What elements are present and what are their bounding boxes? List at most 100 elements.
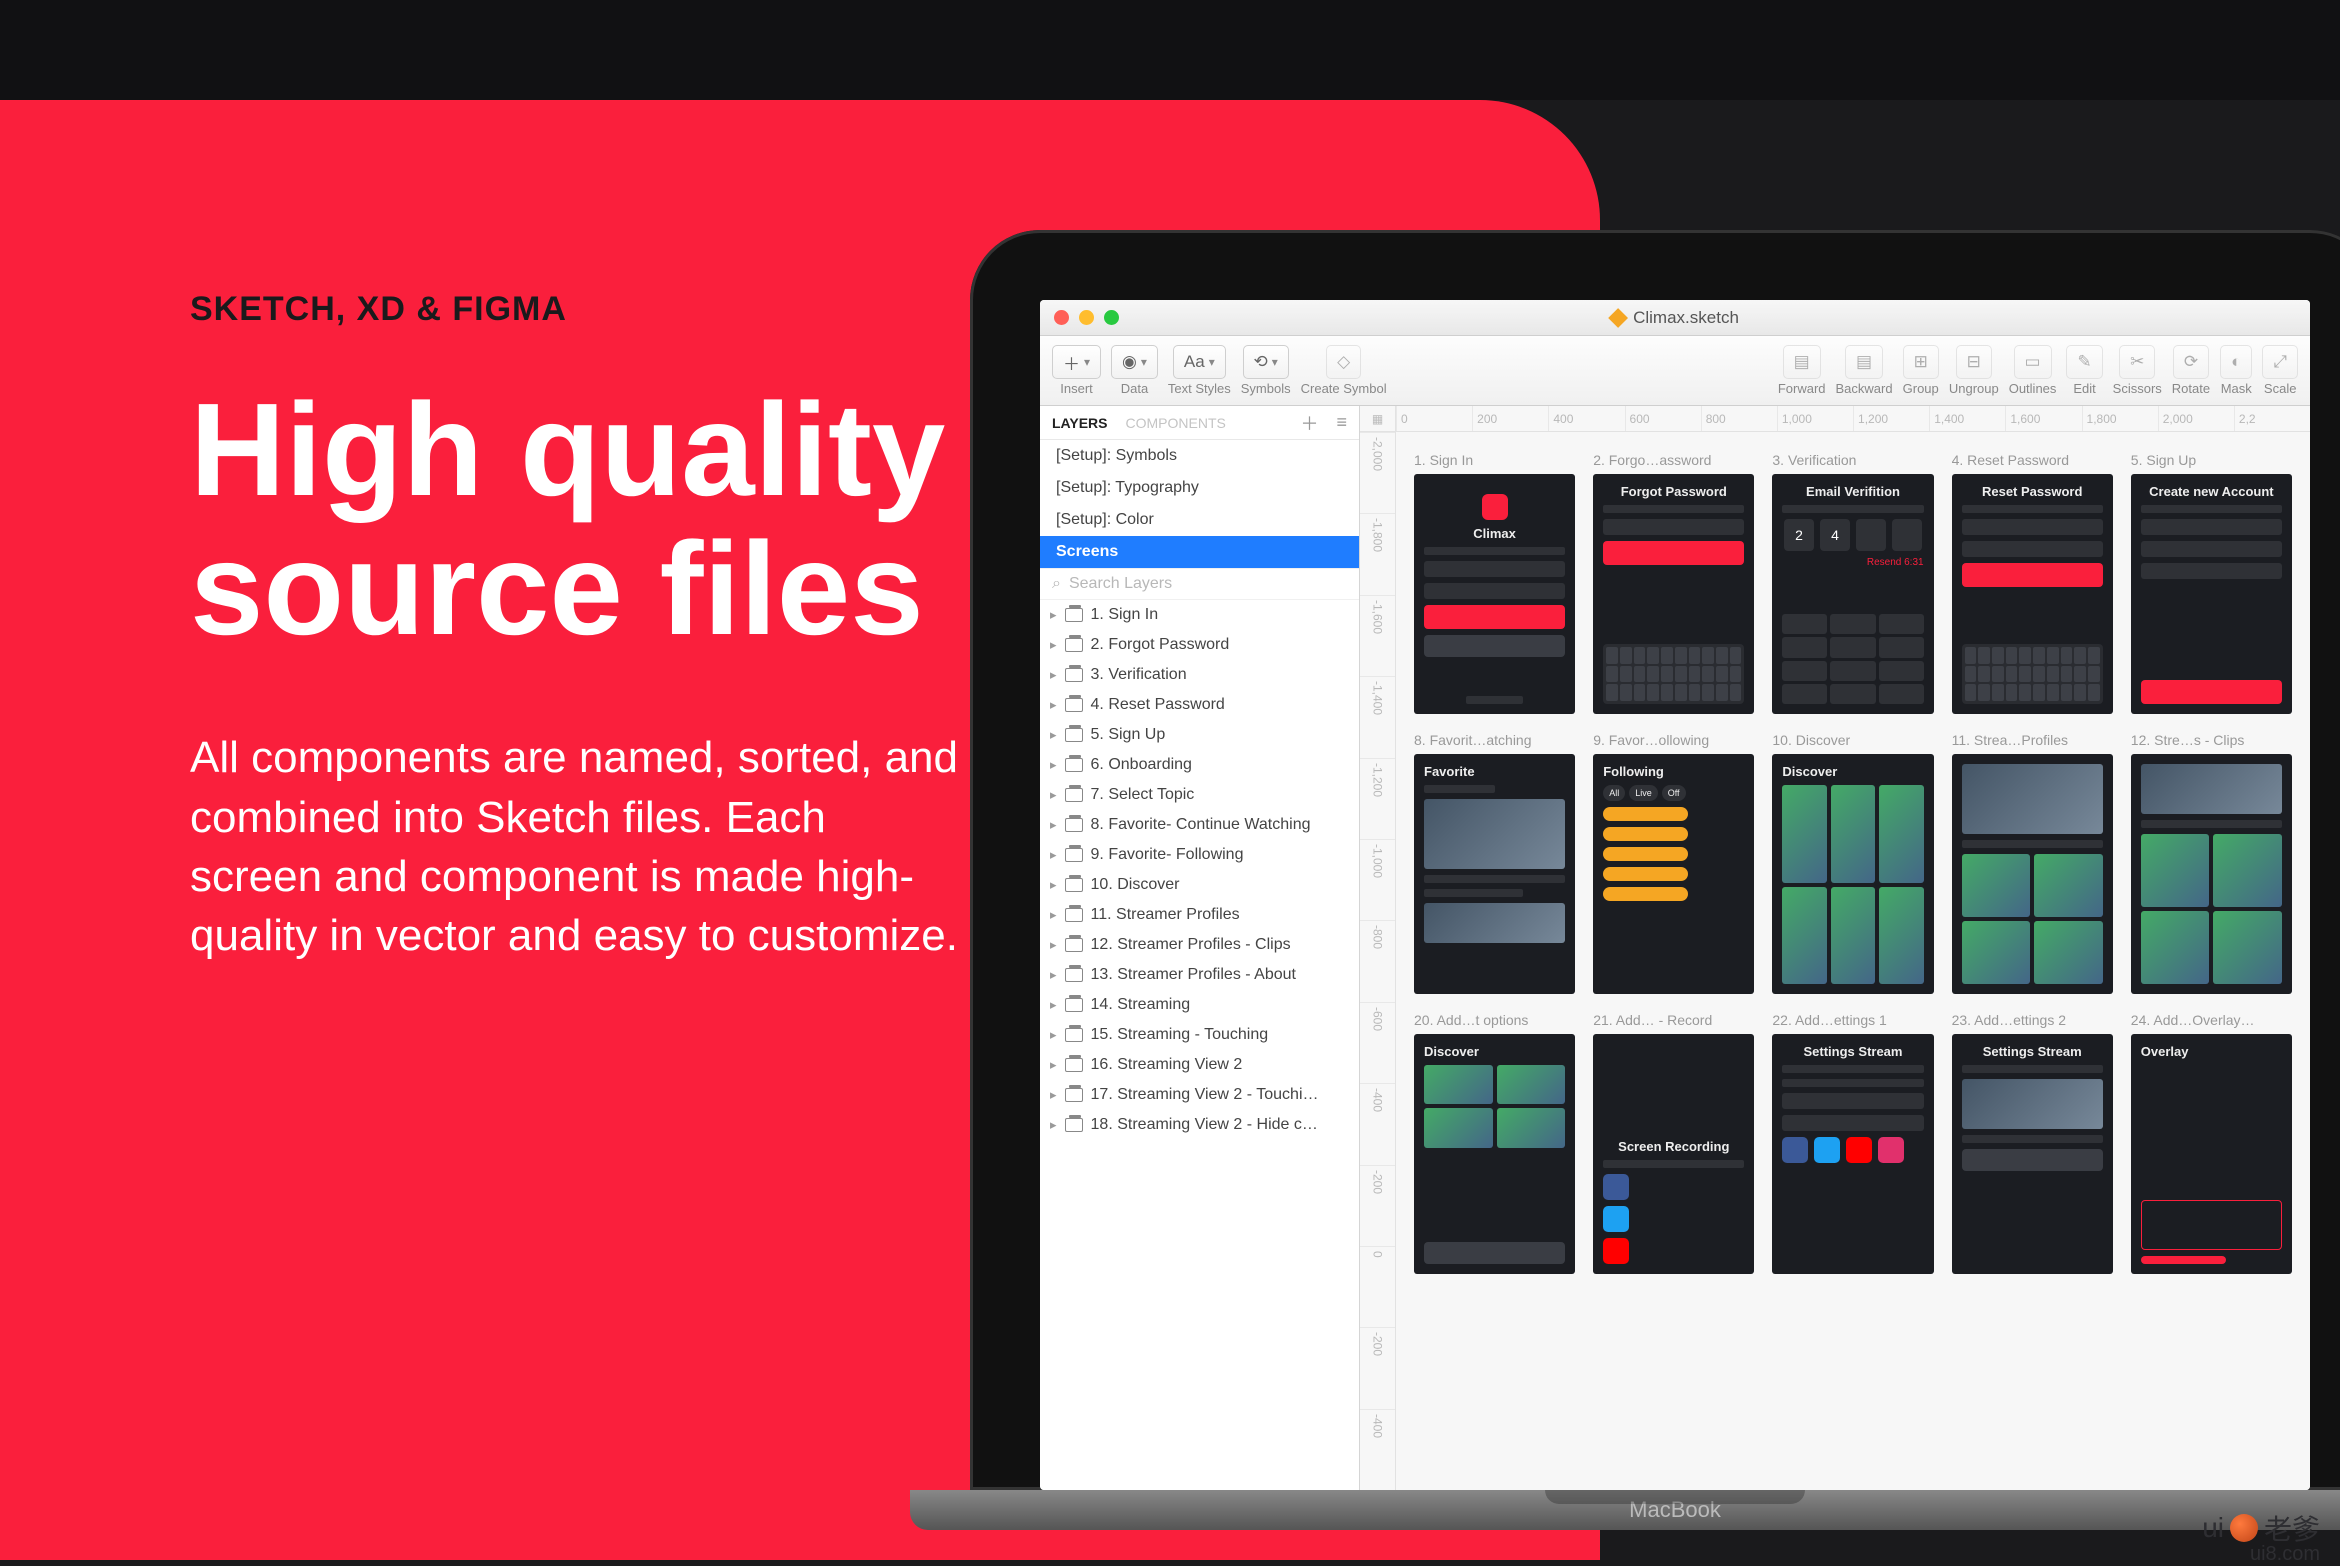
artboard-cell[interactable]: 23. Add…ettings 2 Settings Stream	[1952, 1012, 2113, 1274]
artboard-title: 10. Discover	[1772, 732, 1933, 748]
minimize-icon[interactable]	[1079, 310, 1094, 325]
close-icon[interactable]	[1054, 310, 1069, 325]
tb-scissors[interactable]: ✂Scissors	[2113, 345, 2162, 396]
page-screens[interactable]: Screens	[1040, 536, 1359, 568]
macbook-brand: MacBook	[1629, 1497, 1721, 1523]
artboard-preview[interactable]: Settings Stream	[1772, 1034, 1933, 1274]
artboard-cell[interactable]: 24. Add…Overlay…Overlay	[2131, 1012, 2292, 1274]
page-setup-color[interactable]: [Setup]: Color	[1040, 504, 1359, 536]
sidebar-tabs: LAYERS COMPONENTS ＋ ≡	[1040, 406, 1359, 440]
artboard-cell[interactable]: 9. Favor…ollowingFollowingAllLiveOff	[1593, 732, 1754, 994]
main-area: LAYERS COMPONENTS ＋ ≡ [Setup]: Symbols […	[1040, 406, 2310, 1490]
layer-row[interactable]: ▸3. Verification	[1040, 660, 1359, 690]
artboard-title: 5. Sign Up	[2131, 452, 2292, 468]
artboard-cell[interactable]: 2. Forgo…asswordForgot Password	[1593, 452, 1754, 714]
artboard-preview[interactable]: Climax	[1414, 474, 1575, 714]
tb-text-styles[interactable]: Aa ▾Text Styles	[1168, 345, 1231, 396]
artboard-title: 23. Add…ettings 2	[1952, 1012, 2113, 1028]
artboard-preview[interactable]: Email Verifition24Resend 6:31	[1772, 474, 1933, 714]
artboard-icon	[1065, 758, 1083, 772]
tb-group-btn[interactable]: ⊞Group	[1903, 345, 1939, 396]
layer-row[interactable]: ▸2. Forgot Password	[1040, 630, 1359, 660]
tb-outlines[interactable]: ▭Outlines	[2009, 345, 2057, 396]
artboard-preview[interactable]: Discover	[1772, 754, 1933, 994]
layer-row[interactable]: ▸8. Favorite- Continue Watching	[1040, 810, 1359, 840]
layer-row[interactable]: ▸11. Streamer Profiles	[1040, 900, 1359, 930]
tb-rotate[interactable]: ⟳Rotate	[2172, 345, 2210, 396]
tb-forward[interactable]: ▤Forward	[1778, 345, 1826, 396]
tb-insert[interactable]: ＋ ▾Insert	[1052, 345, 1101, 396]
layer-row[interactable]: ▸14. Streaming	[1040, 990, 1359, 1020]
artboard-icon	[1065, 608, 1083, 622]
artboard-cell[interactable]: 8. Favorit…atchingFavorite	[1414, 732, 1575, 994]
artboard-preview[interactable]: Discover	[1414, 1034, 1575, 1274]
layer-row[interactable]: ▸4. Reset Password	[1040, 690, 1359, 720]
ruler-tick: -200	[1360, 1165, 1395, 1246]
artboard-cell[interactable]: 21. Add… - RecordScreen Recording	[1593, 1012, 1754, 1274]
layer-row[interactable]: ▸5. Sign Up	[1040, 720, 1359, 750]
artboard-cell[interactable]: 20. Add…t optionsDiscover	[1414, 1012, 1575, 1274]
layer-row[interactable]: ▸10. Discover	[1040, 870, 1359, 900]
artboard-preview[interactable]: Overlay	[2131, 1034, 2292, 1274]
layer-row[interactable]: ▸12. Streamer Profiles - Clips	[1040, 930, 1359, 960]
artboard-icon	[1065, 968, 1083, 982]
artboard-icon	[1065, 698, 1083, 712]
filter-pages-icon[interactable]: ≡	[1336, 412, 1347, 433]
tb-data[interactable]: ◉ ▾Data	[1111, 345, 1158, 396]
search-placeholder: Search Layers	[1069, 575, 1172, 593]
tb-mask[interactable]: ◐Mask	[2220, 345, 2252, 396]
artboard-cell[interactable]: 10. Discover Discover	[1772, 732, 1933, 994]
layer-label: 2. Forgot Password	[1091, 636, 1230, 654]
tb-scale[interactable]: ⤢Scale	[2262, 345, 2298, 396]
artboard-cell[interactable]: 1. Sign InClimax	[1414, 452, 1575, 714]
artboard-icon	[1065, 1088, 1083, 1102]
layer-row[interactable]: ▸17. Streaming View 2 - Touchi…	[1040, 1080, 1359, 1110]
artboard-title: 22. Add…ettings 1	[1772, 1012, 1933, 1028]
artboard-cell[interactable]: 3. VerificationEmail Verifition24Resend …	[1772, 452, 1933, 714]
tab-layers[interactable]: LAYERS	[1052, 415, 1108, 431]
artboard-preview[interactable]: Forgot Password	[1593, 474, 1754, 714]
page-setup-typography[interactable]: [Setup]: Typography	[1040, 472, 1359, 504]
artboard-preview[interactable]	[2131, 754, 2292, 994]
artboard-preview[interactable]: Favorite	[1414, 754, 1575, 994]
layer-row[interactable]: ▸9. Favorite- Following	[1040, 840, 1359, 870]
tb-symbols[interactable]: ⟲ ▾Symbols	[1241, 345, 1291, 396]
artboard-preview[interactable]: Create new Account	[2131, 474, 2292, 714]
artboard-cell[interactable]: 11. Strea…Profiles	[1952, 732, 2113, 994]
add-page-icon[interactable]: ＋	[1300, 410, 1318, 436]
layer-row[interactable]: ▸1. Sign In	[1040, 600, 1359, 630]
layer-label: 5. Sign Up	[1091, 726, 1166, 744]
layer-search[interactable]: ⌕ Search Layers	[1040, 568, 1359, 600]
window-title-text: Climax.sketch	[1633, 308, 1739, 328]
ruler-tick: -1,200	[1360, 758, 1395, 839]
chevron-right-icon: ▸	[1050, 1087, 1057, 1103]
artboard-cell[interactable]: 4. Reset PasswordReset Password	[1952, 452, 2113, 714]
tb-create-symbol[interactable]: ◇Create Symbol	[1301, 345, 1387, 396]
layer-row[interactable]: ▸15. Streaming - Touching	[1040, 1020, 1359, 1050]
tb-ungroup[interactable]: ⊟Ungroup	[1949, 345, 1999, 396]
layer-row[interactable]: ▸7. Select Topic	[1040, 780, 1359, 810]
layer-row[interactable]: ▸6. Onboarding	[1040, 750, 1359, 780]
traffic-lights[interactable]	[1054, 310, 1119, 325]
ruler-top: 02004006008001,0001,2001,4001,6001,8002,…	[1396, 406, 2310, 432]
artboard-cell[interactable]: 12. Stre…s - Clips	[2131, 732, 2292, 994]
artboard-preview[interactable]	[1952, 754, 2113, 994]
canvas[interactable]: 1. Sign InClimax2. Forgo…asswordForgot P…	[1396, 432, 2310, 1490]
zoom-icon[interactable]	[1104, 310, 1119, 325]
artboard-preview[interactable]: FollowingAllLiveOff	[1593, 754, 1754, 994]
artboard-preview[interactable]: Reset Password	[1952, 474, 2113, 714]
layer-row[interactable]: ▸16. Streaming View 2	[1040, 1050, 1359, 1080]
layer-label: 9. Favorite- Following	[1091, 846, 1244, 864]
tb-backward[interactable]: ▤Backward	[1836, 345, 1893, 396]
page-setup-symbols[interactable]: [Setup]: Symbols	[1040, 440, 1359, 472]
ruler-tick: -600	[1360, 1002, 1395, 1083]
tb-edit[interactable]: ✎Edit	[2066, 345, 2102, 396]
artboard-cell[interactable]: 22. Add…ettings 1 Settings Stream	[1772, 1012, 1933, 1274]
artboard-preview[interactable]: Settings Stream	[1952, 1034, 2113, 1274]
artboard-cell[interactable]: 5. Sign Up Create new Account	[2131, 452, 2292, 714]
artboard-icon	[1065, 878, 1083, 892]
layer-row[interactable]: ▸18. Streaming View 2 - Hide c…	[1040, 1110, 1359, 1140]
artboard-preview[interactable]: Screen Recording	[1593, 1034, 1754, 1274]
layer-row[interactable]: ▸13. Streamer Profiles - About	[1040, 960, 1359, 990]
tab-components[interactable]: COMPONENTS	[1126, 415, 1226, 431]
